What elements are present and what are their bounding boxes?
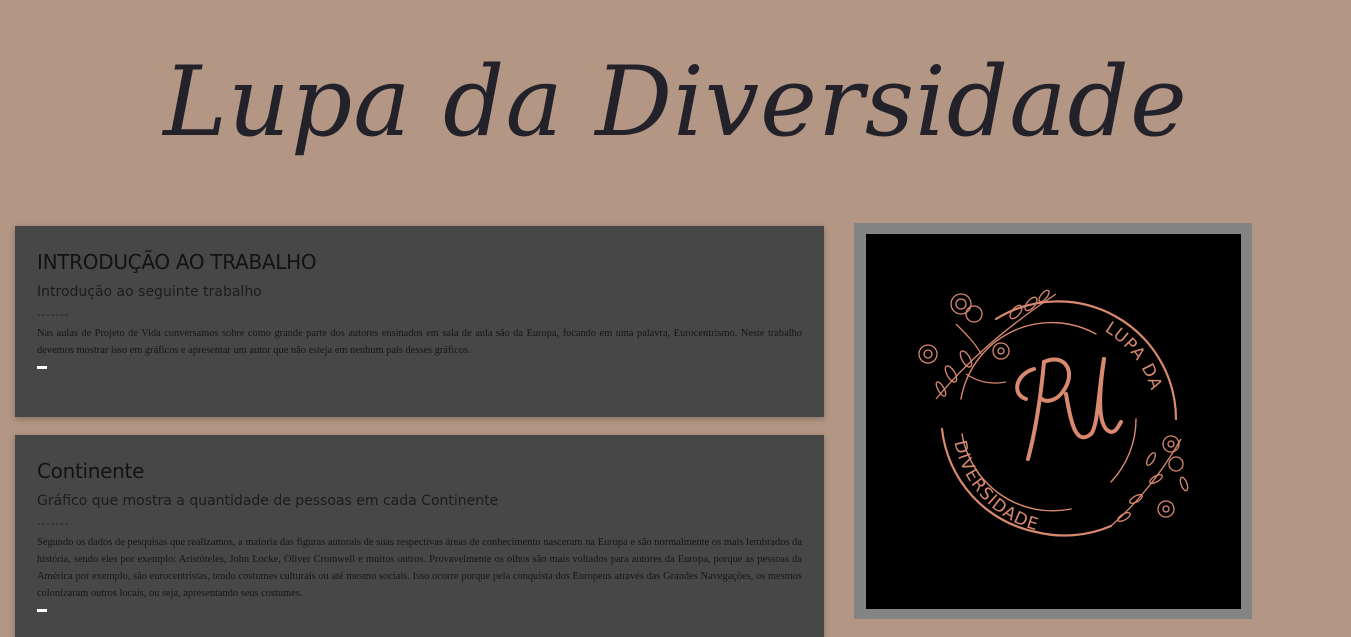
logo-monogram — [1015, 357, 1123, 461]
continent-divider: ------- — [37, 519, 70, 530]
intro-toggle-button[interactable] — [37, 366, 47, 369]
site-title: Lupa da Diversidade — [163, 46, 1188, 158]
logo-image: LUPA DA DIVERSIDADE — [866, 234, 1241, 609]
logo-floral-top-left — [918, 289, 1057, 400]
intro-subheading: Introdução ao seguinte trabalho — [37, 284, 262, 300]
continent-subheading: Gráfico que mostra a quantidade de pesso… — [37, 493, 499, 509]
intro-divider: ------- — [37, 310, 70, 321]
logo-frame: LUPA DA DIVERSIDADE — [854, 223, 1252, 619]
intro-heading: INTRODUÇÃO AO TRABALHO — [37, 250, 317, 274]
intro-card: INTRODUÇÃO AO TRABALHO Introdução ao seg… — [15, 226, 824, 417]
continent-heading: Continente — [37, 459, 145, 483]
intro-body: Nas aulas de Projeto de Vida conversamos… — [37, 328, 802, 356]
continent-toggle-button[interactable] — [37, 609, 47, 612]
floral-wreath-logo-icon: LUPA DA DIVERSIDADE — [918, 289, 1189, 537]
page: Lupa da Diversidade INTRODUÇÃO AO TRABAL… — [0, 0, 1351, 637]
logo-floral-bottom-right — [1110, 435, 1189, 527]
continent-card: Continente Gráfico que mostra a quantida… — [15, 435, 824, 637]
continent-body: Segundo os dados de pesquisas que realiz… — [37, 537, 802, 599]
